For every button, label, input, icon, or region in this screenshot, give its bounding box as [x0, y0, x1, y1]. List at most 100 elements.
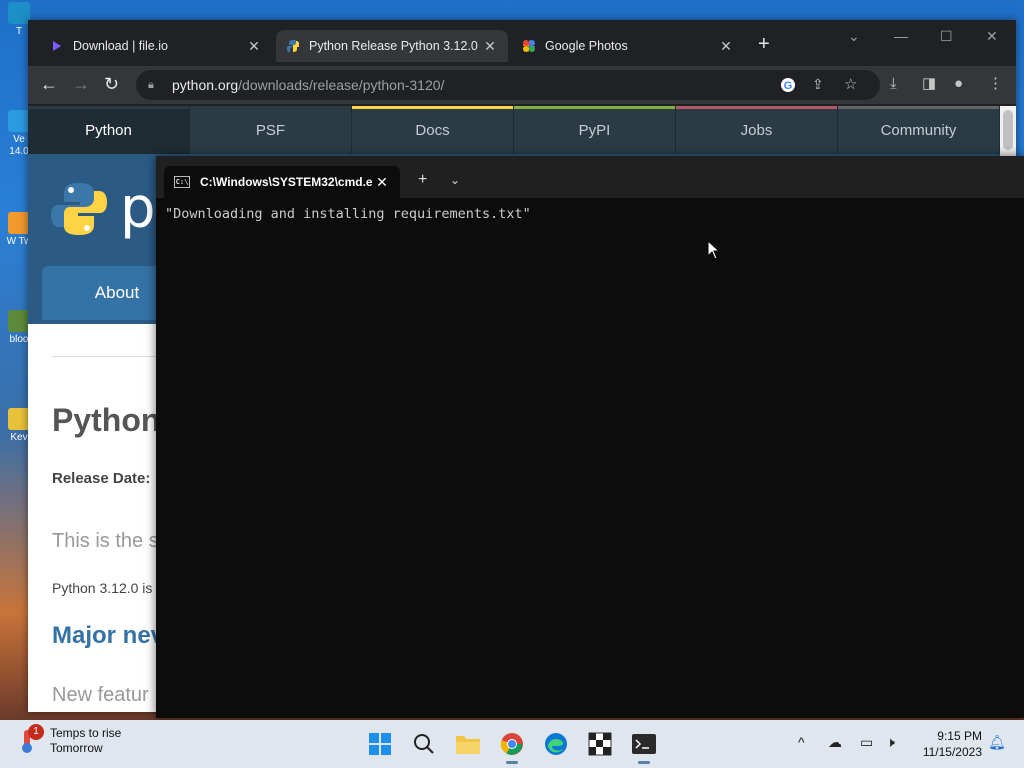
python-icon: [287, 40, 299, 52]
forward-icon[interactable]: →: [72, 74, 90, 94]
terminal-output[interactable]: "Downloading and installing requirements…: [165, 206, 531, 222]
section-heading: Major nev: [52, 622, 165, 649]
reload-icon[interactable]: ↻: [104, 74, 119, 94]
terminal-taskbar-button[interactable]: [630, 730, 658, 764]
close-icon[interactable]: ✕: [718, 38, 734, 55]
nav-color-bar: [514, 106, 675, 109]
fileio-icon: [53, 41, 61, 51]
new-tab-button[interactable]: +: [758, 34, 770, 54]
tab-title: Python Release Python 3.12.0 | P: [309, 39, 482, 53]
tab-search-icon[interactable]: ⌄: [848, 28, 860, 45]
release-date-label: Release Date:: [52, 470, 151, 487]
share-icon[interactable]: ⇪: [812, 76, 824, 93]
nav-color-bar: [352, 106, 513, 109]
shortcut-icon: [8, 212, 30, 234]
chevron-down-icon[interactable]: ⌄: [450, 172, 460, 188]
chrome-taskbar-button[interactable]: [498, 730, 526, 764]
python-logo-icon[interactable]: [50, 180, 108, 238]
menu-icon[interactable]: ⋮: [988, 75, 1003, 93]
notification-badge: 1: [28, 724, 44, 740]
tab-strip: Download | file.io ✕ Python Release Pyth…: [28, 20, 1016, 66]
nav-pypi[interactable]: PyPI: [514, 106, 676, 154]
mouse-cursor-icon: [707, 240, 721, 260]
clock-time: 9:15 PM: [937, 729, 982, 743]
new-terminal-tab-button[interactable]: +: [418, 172, 427, 188]
close-icon[interactable]: ✕: [482, 38, 498, 55]
google-icon[interactable]: G: [780, 77, 796, 93]
nav-psf[interactable]: PSF: [190, 106, 352, 154]
nav-label: Community: [880, 121, 957, 139]
start-button[interactable]: [366, 730, 394, 758]
nav-color-bar: [676, 106, 837, 109]
shortcut-icon: [8, 408, 30, 430]
app-taskbar-button[interactable]: [586, 730, 614, 758]
tab-fileio[interactable]: Download | file.io ✕: [40, 30, 272, 62]
scrollbar-thumb[interactable]: [1003, 110, 1013, 150]
tab-title: Download | file.io: [73, 39, 168, 53]
google-photos-icon: [523, 40, 535, 52]
clock-date: 11/15/2023: [922, 745, 982, 759]
tab-python-release[interactable]: Python Release Python 3.12.0 | P ✕: [276, 30, 508, 62]
nav-label: PyPI: [578, 121, 611, 139]
browser-toolbar: ← → ↻ 🔒︎ python.org/downloads/release/py…: [28, 66, 1016, 104]
onedrive-icon[interactable]: ☁: [828, 734, 842, 751]
paragraph: Python 3.12.0 is t: [52, 580, 161, 596]
search-button[interactable]: [410, 730, 438, 758]
url-host: python.org: [172, 77, 239, 93]
active-indicator: [506, 761, 518, 764]
star-icon[interactable]: ☆: [844, 75, 857, 93]
edge-taskbar-button[interactable]: [542, 730, 570, 758]
clock[interactable]: 9:15 PM 11/15/2023: [912, 728, 982, 760]
display-icon[interactable]: ▭: [860, 734, 873, 751]
nav-python[interactable]: Python: [28, 106, 190, 154]
thermometer-icon: 1: [18, 724, 44, 756]
chrome-icon: [500, 733, 523, 755]
download-icon[interactable]: ⤓: [890, 75, 897, 93]
weather-line-2: Tomorrow: [50, 741, 103, 755]
volume-muted-icon[interactable]: 🕨︎: [886, 734, 895, 751]
profile-icon[interactable]: ●: [954, 75, 963, 93]
windows-icon: [369, 733, 391, 755]
terminal-tab-bar: C:\ C:\Windows\SYSTEM32\cmd.e ✕ + ⌄: [156, 156, 1024, 198]
app-icon: [8, 2, 30, 24]
edge-icon: [545, 733, 567, 755]
desktop-icon-label: Ve 14.0: [9, 134, 29, 157]
nav-color-bar: [190, 106, 351, 109]
nav-color-bar: [28, 106, 189, 109]
maximize-icon[interactable]: ☐: [940, 28, 953, 45]
minecraft-icon: [8, 310, 30, 332]
tab-title: Google Photos: [545, 39, 628, 53]
about-label: About: [94, 283, 140, 302]
shortcut-icon: [8, 110, 30, 132]
notifications-icon[interactable]: 🔔︎: [988, 734, 1006, 751]
weather-widget[interactable]: 1 Temps to rise Tomorrow: [18, 724, 121, 756]
close-icon[interactable]: ✕: [374, 174, 390, 191]
close-icon[interactable]: ✕: [246, 38, 262, 55]
tab-google-photos[interactable]: Google Photos ✕: [512, 30, 744, 62]
nav-label: Jobs: [740, 121, 773, 139]
terminal-icon: [632, 734, 656, 754]
checker-app-icon: [588, 732, 612, 756]
lock-icon[interactable]: 🔒︎: [148, 79, 160, 91]
terminal-window[interactable]: C:\ C:\Windows\SYSTEM32\cmd.e ✕ + ⌄ "Dow…: [156, 156, 1024, 718]
desktop-icon-label: Kev: [10, 432, 28, 443]
address-bar[interactable]: 🔒︎ python.org/downloads/release/python-3…: [136, 70, 880, 100]
folder-icon: [456, 736, 480, 754]
terminal-tab[interactable]: C:\ C:\Windows\SYSTEM32\cmd.e ✕: [164, 166, 400, 198]
nav-label: PSF: [255, 121, 286, 139]
nav-jobs[interactable]: Jobs: [676, 106, 838, 154]
back-icon[interactable]: ←: [40, 74, 58, 94]
nav-docs[interactable]: Docs: [352, 106, 514, 154]
nav-community[interactable]: Community: [838, 106, 1000, 154]
subsection-heading: New featur: [52, 684, 149, 706]
minimize-icon[interactable]: —: [894, 28, 908, 44]
close-window-icon[interactable]: ✕: [986, 28, 998, 45]
active-indicator: [638, 761, 650, 764]
nav-label: Python: [85, 121, 132, 139]
tray-overflow-icon[interactable]: ^: [798, 734, 805, 750]
sidepanel-icon[interactable]: ◨: [922, 75, 936, 93]
nav-color-bar: [838, 106, 999, 109]
weather-text: Temps to rise Tomorrow: [50, 726, 121, 756]
file-explorer-button[interactable]: [454, 730, 482, 758]
search-icon: [414, 734, 434, 754]
